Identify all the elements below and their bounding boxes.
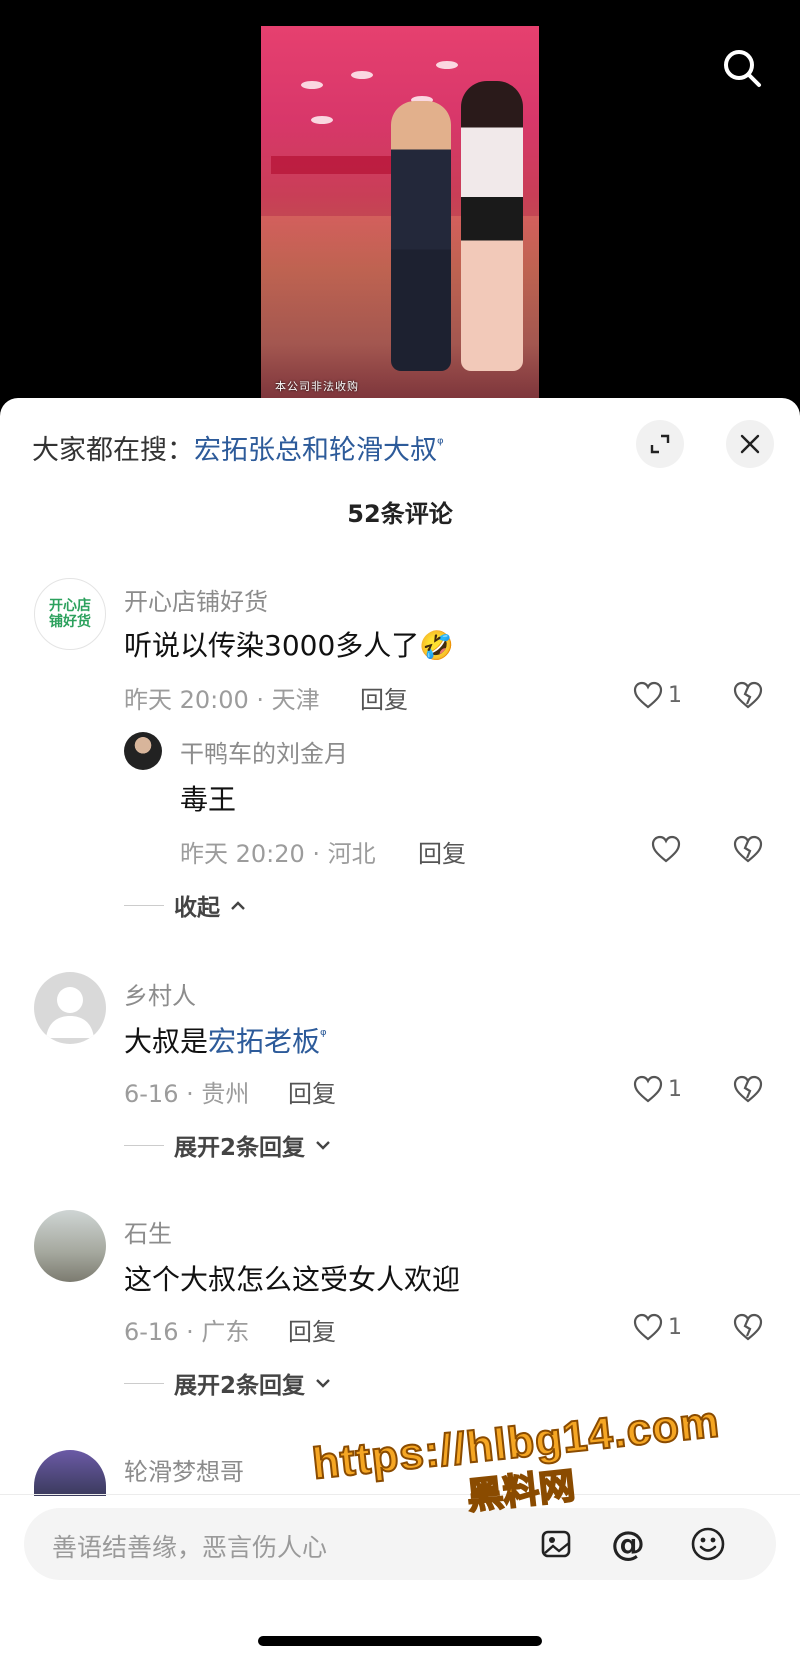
reply-avatar[interactable] [124, 732, 162, 770]
avatar-text-line2: 铺好货 [49, 614, 91, 630]
reply-button[interactable]: 回复 [288, 1312, 336, 1347]
username[interactable]: 乡村人 [124, 976, 196, 1011]
heart-icon [633, 1313, 663, 1341]
broken-heart-icon [733, 835, 763, 863]
reply-username[interactable]: 干鸭车的刘金月 [180, 734, 348, 769]
hot-search-prefix: 大家都在搜： [32, 435, 194, 466]
reply-text: 毒王 [180, 783, 237, 816]
like-count: 1 [668, 1076, 682, 1102]
reply-meta: 昨天 20:20 · 河北 [180, 840, 376, 868]
at-icon: @ [611, 1524, 645, 1564]
reply-button[interactable]: 回复 [418, 834, 466, 869]
collapse-label: 收起 [174, 895, 220, 921]
heart-icon [633, 1075, 663, 1103]
mention-button[interactable]: @ [608, 1524, 648, 1564]
comment-meta: 6-16 · 广东 [124, 1318, 250, 1346]
close-icon [740, 434, 760, 454]
like-button[interactable]: 1 [632, 1312, 682, 1342]
expand-label: 展开2条回复 [174, 1135, 306, 1161]
username[interactable]: 轮滑梦想哥 [124, 1452, 244, 1487]
broken-heart-icon [733, 1313, 763, 1341]
chevron-down-icon [316, 1141, 330, 1150]
search-mini-icon: ᵠ [320, 1025, 327, 1045]
broken-heart-icon [733, 681, 763, 709]
emoji-button[interactable] [688, 1524, 728, 1564]
username[interactable]: 开心店铺好货 [124, 582, 268, 617]
comment-input[interactable]: 善语结善缘，恶言伤人心 [52, 1528, 327, 1564]
hot-search-link[interactable]: 宏拓张总和轮滑大叔 [194, 435, 437, 466]
avatar[interactable] [34, 1450, 106, 1496]
thread-line [124, 1382, 164, 1384]
avatar[interactable] [34, 1210, 106, 1282]
search-button[interactable] [718, 44, 766, 92]
chevron-down-icon [316, 1379, 330, 1388]
image-icon [541, 1530, 571, 1558]
reply-button[interactable]: 回复 [360, 680, 408, 715]
avatar[interactable]: 开心店 铺好货 [34, 578, 106, 650]
like-button[interactable]: 1 [632, 680, 682, 710]
heart-icon [651, 835, 681, 863]
reply-button[interactable]: 回复 [288, 1074, 336, 1109]
broken-heart-icon [733, 1075, 763, 1103]
comment-meta: 6-16 · 贵州 [124, 1080, 250, 1108]
dislike-button[interactable] [732, 1312, 764, 1346]
dislike-button[interactable] [732, 1074, 764, 1108]
reply-dislike-button[interactable] [732, 834, 764, 868]
default-avatar-icon [46, 987, 94, 1038]
comment-count: 52条评论 [347, 500, 453, 528]
expand-replies-button[interactable]: 展开2条回复 [124, 1128, 331, 1162]
comment-text: 听说以传染3000多人了🤣 [124, 629, 455, 662]
video-thumbnail[interactable]: 本公司非法收购 [261, 26, 539, 400]
avatar[interactable] [34, 972, 106, 1044]
thread-line [124, 904, 164, 906]
video-area[interactable]: 本公司非法收购 [0, 0, 800, 400]
comment-search-link[interactable]: 宏拓老板 [208, 1025, 320, 1058]
comment-meta: 昨天 20:00 · 天津 [124, 686, 320, 714]
avatar-text-line1: 开心店 [49, 598, 91, 614]
expand-label: 展开2条回复 [174, 1373, 306, 1399]
video-caption: 本公司非法收购 [275, 380, 359, 393]
thread-line [124, 1144, 164, 1146]
chevron-up-icon [231, 901, 245, 910]
expand-icon [650, 434, 670, 454]
comment-text-prefix: 大叔是 [124, 1025, 209, 1058]
hot-search-bar[interactable]: 大家都在搜：宏拓张总和轮滑大叔ᵠ [32, 428, 444, 467]
reply-like-button[interactable] [650, 834, 682, 864]
expand-button[interactable] [636, 420, 684, 468]
username[interactable]: 石生 [124, 1214, 172, 1249]
comment-text: 这个大叔怎么这受女人欢迎 [124, 1263, 461, 1296]
image-button[interactable] [536, 1524, 576, 1564]
like-count: 1 [668, 1314, 682, 1340]
collapse-replies-button[interactable]: 收起 [124, 888, 246, 922]
heart-icon [633, 681, 663, 709]
close-button[interactable] [726, 420, 774, 468]
search-mini-icon: ᵠ [437, 434, 444, 453]
dislike-button[interactable] [732, 680, 764, 714]
like-button[interactable]: 1 [632, 1074, 682, 1104]
comment-text: 大叔是宏拓老板ᵠ [124, 1020, 327, 1060]
like-count: 1 [668, 682, 682, 708]
home-indicator[interactable] [258, 1636, 542, 1646]
expand-replies-button[interactable]: 展开2条回复 [124, 1366, 331, 1400]
emoji-icon [691, 1527, 725, 1561]
search-icon [724, 50, 761, 87]
